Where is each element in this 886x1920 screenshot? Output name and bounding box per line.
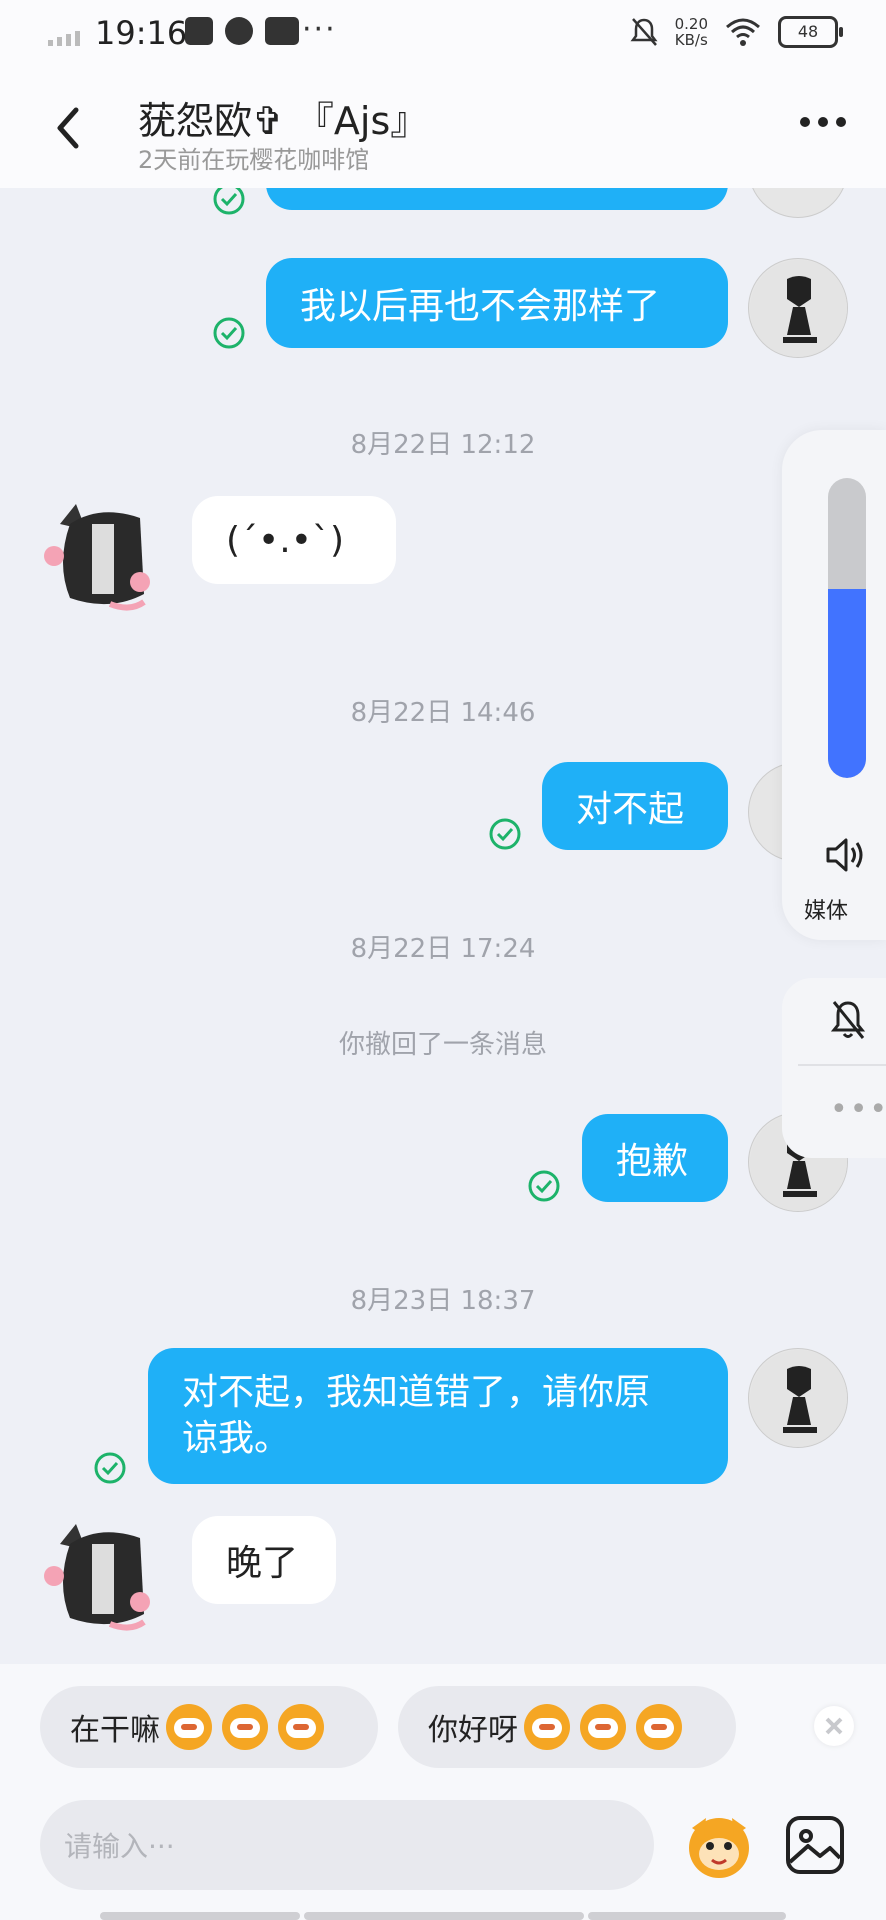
contact-avatar[interactable] — [40, 494, 160, 614]
mute-bell-icon[interactable] — [828, 998, 868, 1042]
volume-slider-fill — [828, 589, 866, 778]
status-overflow: ··· — [302, 12, 337, 47]
wifi-icon — [726, 18, 760, 46]
divider — [798, 1064, 886, 1066]
keyboard-strip — [304, 1912, 584, 1920]
status-right: 0.20 KB/s 48 — [629, 15, 843, 49]
my-avatar[interactable] — [748, 258, 848, 358]
quick-reply-label: 你好呀 — [428, 1713, 518, 1748]
net-speed: 0.20 KB/s — [674, 15, 708, 49]
volume-slider[interactable] — [828, 478, 866, 778]
timestamp: 8月23日 18:37 — [350, 1286, 536, 1316]
read-check-icon — [94, 1452, 126, 1484]
monkey-emoji-icon — [580, 1704, 626, 1750]
monkey-emoji-icon — [222, 1704, 268, 1750]
contact-name[interactable]: 莸怨欧✞ 『Ajs』 — [138, 90, 428, 145]
read-check-icon — [213, 317, 245, 349]
monkey-emoji-icon — [636, 1704, 682, 1750]
quick-reply-chip[interactable]: 你好呀 — [398, 1686, 736, 1768]
volume-label: 媒体 — [804, 899, 849, 924]
avatar-logo-icon — [750, 260, 847, 357]
battery-icon: 48 — [778, 16, 843, 48]
quick-reply-chip[interactable]: 在干嘛 — [40, 1686, 378, 1768]
message-bubble[interactable]: 抱歉 — [582, 1114, 728, 1202]
cat-avatar-icon — [44, 504, 150, 611]
timestamp: 8月22日 12:12 — [350, 430, 536, 460]
quick-reply-label: 在干嘛 — [70, 1713, 160, 1748]
volume-panel[interactable]: 媒体 — [782, 430, 886, 940]
my-avatar[interactable] — [748, 1348, 848, 1448]
contact-avatar[interactable] — [40, 1514, 160, 1634]
monkey-emoji-icon — [166, 1704, 212, 1750]
status-bar: 19:16 ··· 0.20 KB/s 48 — [0, 0, 886, 70]
read-check-icon — [489, 818, 521, 850]
mute-bell-icon — [630, 18, 658, 46]
speaker-icon[interactable] — [822, 832, 868, 878]
my-avatar[interactable] — [748, 188, 848, 218]
back-arrow-icon[interactable] — [48, 100, 88, 156]
timestamp: 8月22日 17:24 — [350, 934, 536, 964]
message-bubble[interactable]: 我以后再也不会那样了 — [266, 258, 728, 348]
volume-side-controls: ••• — [782, 978, 886, 1158]
keyboard-strip — [100, 1912, 300, 1920]
fan-icon — [225, 17, 253, 45]
message-line: 对不起，我知道错了，请你原 — [182, 1372, 651, 1413]
monkey-emoji-icon — [278, 1704, 324, 1750]
status-notification-icons — [185, 17, 299, 45]
read-check-icon — [213, 188, 245, 215]
message-bubble[interactable]: 晚了 — [192, 1516, 336, 1604]
read-check-icon — [528, 1170, 560, 1202]
vivo-icon — [265, 17, 299, 45]
signal-icon — [48, 31, 80, 46]
message-bubble[interactable]: 对不起 — [542, 762, 728, 850]
keyboard-strip — [588, 1912, 786, 1920]
message-bubble-cut[interactable] — [266, 188, 728, 210]
image-picker-icon[interactable] — [778, 1808, 852, 1882]
message-input[interactable]: 请输入··· — [40, 1800, 654, 1890]
close-icon[interactable] — [814, 1706, 854, 1746]
monkey-emoji-icon — [524, 1704, 570, 1750]
card-icon — [185, 17, 213, 45]
more-dots-icon[interactable]: ••• — [830, 1092, 886, 1127]
monkey-sticker-icon[interactable] — [682, 1808, 756, 1882]
more-icon[interactable] — [798, 110, 848, 134]
message-list[interactable]: 我以后再也不会那样了 8月22日 12:12 (´•.•`) 8月22日 14:… — [0, 188, 886, 1668]
contact-status: 2天前在玩樱花咖啡馆 — [138, 146, 370, 174]
status-time: 19:16 — [95, 14, 188, 52]
message-line: 谅我。 — [182, 1418, 291, 1459]
avatar-logo-icon — [750, 1350, 847, 1447]
message-bubble[interactable]: 对不起，我知道错了，请你原 谅我。 — [148, 1348, 728, 1484]
cat-avatar-icon — [44, 1524, 150, 1631]
system-message: 你撤回了一条消息 — [338, 1030, 547, 1060]
message-bubble[interactable]: (´•.•`) — [192, 496, 396, 584]
chat-header: 莸怨欧✞ 『Ajs』 2天前在玩樱花咖啡馆 — [0, 70, 886, 188]
timestamp: 8月22日 14:46 — [350, 698, 536, 728]
